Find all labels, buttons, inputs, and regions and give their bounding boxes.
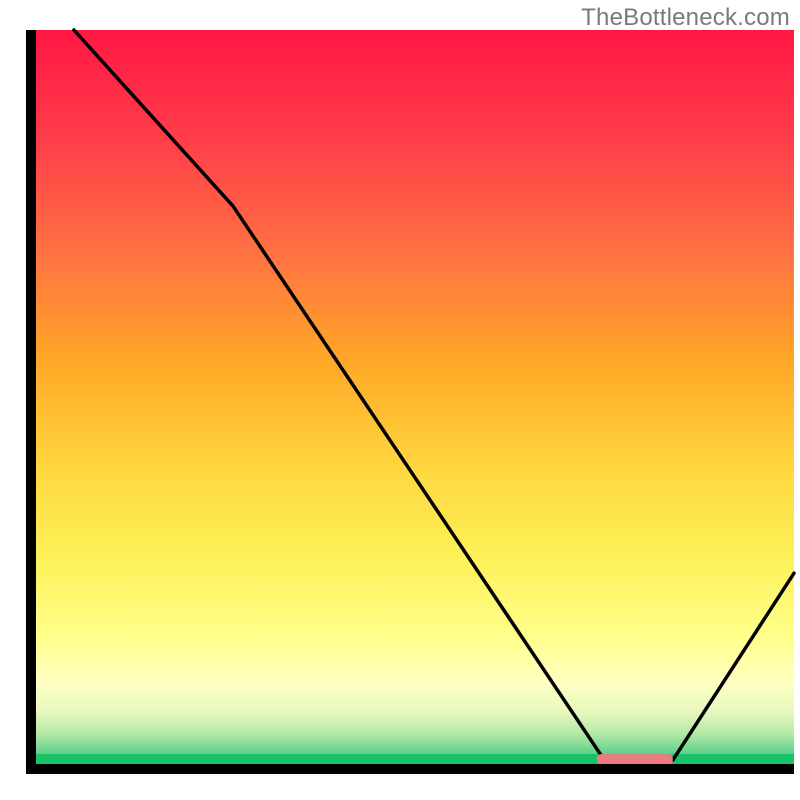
chart-container: { "watermark": "TheBottleneck.com", "cha… — [0, 0, 800, 800]
green-footer-band — [36, 754, 794, 764]
optimal-range-marker — [597, 754, 673, 765]
plot-background — [36, 30, 794, 764]
bottleneck-chart — [0, 0, 800, 800]
